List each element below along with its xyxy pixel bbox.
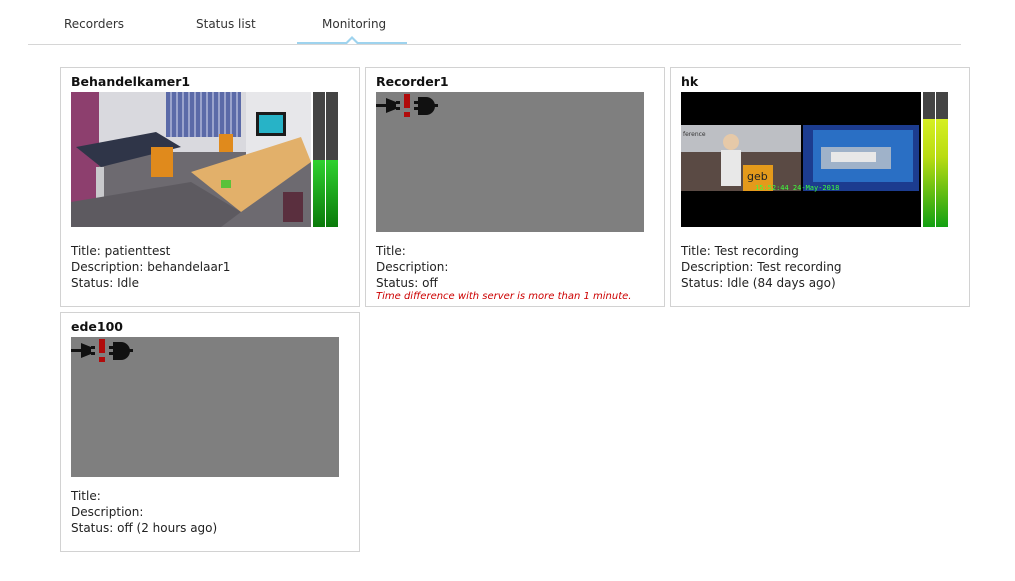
recorder-card-hk[interactable]: hk geb ference 15:52:44 24-May-2018 Titl… [670, 67, 970, 307]
live-video-feed[interactable] [71, 92, 311, 227]
time-difference-warning: Time difference with server is more than… [376, 291, 632, 302]
recorder-info: Title: Description: Status: off Time dif… [376, 243, 631, 303]
recorder-description: Description: [376, 260, 449, 274]
recorder-card-recorder1[interactable]: Recorder1 Title: Description: Status: of… [365, 67, 665, 307]
unplugged-icon [71, 339, 133, 362]
audio-level-meter-right [326, 92, 338, 227]
svg-text:ference: ference [683, 131, 706, 138]
recorder-description: Description: behandelaar1 [71, 260, 231, 274]
conference-camera-image: geb ference 15:52:44 24-May-2018 [681, 92, 921, 227]
unplugged-icon [376, 94, 438, 117]
recorder-info: Title: Test recording Description: Test … [681, 243, 842, 291]
recorder-card-ede100[interactable]: ede100 Title: Description: Status: off (… [60, 312, 360, 552]
video-feed-offline[interactable] [376, 92, 644, 232]
audio-level-meter-left [313, 92, 325, 227]
recorder-title: Title: [71, 489, 101, 503]
tab-status-list[interactable]: Status list [196, 17, 256, 31]
recorder-info: Title: patienttest Description: behandel… [71, 243, 230, 291]
recorder-description: Description: Test recording [681, 260, 842, 274]
tab-bar: Recorders Status list Monitoring [28, 0, 961, 45]
recorder-name: Recorder1 [376, 74, 449, 89]
audio-level-meter-left [923, 92, 935, 227]
video-feed-offline[interactable] [71, 337, 339, 477]
recorder-name: hk [681, 74, 699, 89]
audio-level-meter-right [936, 92, 948, 227]
recorder-status: Status: off (2 hours ago) [71, 521, 218, 535]
recorder-status: Status: off [376, 276, 438, 290]
video-timestamp-overlay: 15:52:44 24-May-2018 [755, 184, 839, 192]
recorder-title: Title: Test recording [681, 244, 799, 258]
recorder-name: ede100 [71, 319, 123, 334]
tab-monitoring[interactable]: Monitoring [322, 17, 386, 31]
live-video-feed[interactable]: geb ference 15:52:44 24-May-2018 [681, 92, 921, 227]
recorder-info: Title: Description: Status: off (2 hours… [71, 488, 217, 536]
recorder-status: Status: Idle (84 days ago) [681, 276, 836, 290]
svg-text:geb: geb [747, 170, 768, 183]
recorder-title: Title: patienttest [71, 244, 171, 258]
tab-recorders[interactable]: Recorders [64, 17, 124, 31]
recorder-title: Title: [376, 244, 406, 258]
room-camera-image [71, 92, 311, 227]
recorder-status: Status: Idle [71, 276, 139, 290]
recorder-card-behandelkamer1[interactable]: Behandelkamer1 Title: patienttest Descri… [60, 67, 360, 307]
recorder-description: Description: [71, 505, 144, 519]
recorder-name: Behandelkamer1 [71, 74, 191, 89]
